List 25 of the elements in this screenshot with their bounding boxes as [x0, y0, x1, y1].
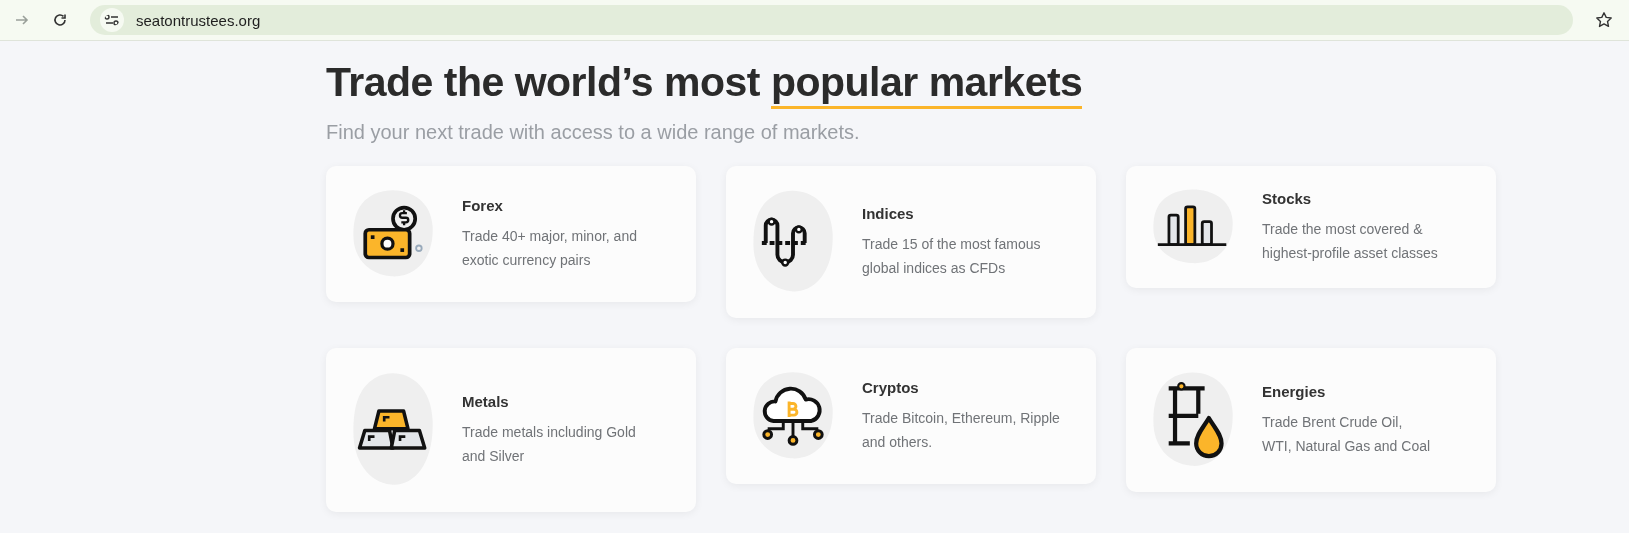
- subtitle: Find your next trade with access to a wide range of markets.: [326, 121, 861, 144]
- card-description: Trade 40+ major, minor, and exotic currency pairs: [462, 226, 638, 270]
- market-card[interactable]: Cryptos Trade Bitcoin, Ethereum, Ripple and others.: [726, 348, 1096, 484]
- card-description: Trade 15 of the most famous global indices as CFDs: [862, 234, 1042, 278]
- card-title: Metals: [462, 392, 510, 410]
- market-card[interactable]: Metals Trade metals including Gold and Silver: [326, 348, 696, 512]
- market-card[interactable]: Indices Trade 15 of the most famous global indices as CFDs: [726, 166, 1096, 318]
- reload-icon[interactable]: [52, 12, 68, 28]
- card-description: Trade Brent Crude Oil, WTI, Natural Gas and Coal: [1262, 412, 1432, 456]
- card-title: Cryptos: [862, 378, 920, 396]
- card-description: Trade metals including Gold and Silver: [462, 422, 637, 466]
- card-title: Indices: [862, 204, 915, 222]
- card-title: Forex: [462, 196, 504, 214]
- bookmark-star-icon[interactable]: [1595, 11, 1613, 29]
- market-card[interactable]: Forex Trade 40+ major, minor, and exotic currency pairs: [326, 166, 696, 302]
- site-settings-icon[interactable]: [100, 8, 124, 32]
- card-description: Trade Bitcoin, Ethereum, Ripple and others.: [862, 408, 1061, 452]
- market-card[interactable]: Energies Trade Brent Crude Oil, WTI, Natural Gas and Coal: [1126, 348, 1496, 492]
- card-title: Stocks: [1262, 189, 1313, 207]
- address-bar[interactable]: seatontrustees.org: [90, 5, 1573, 35]
- card-description: Trade the most covered & highest-profile asset classes: [1262, 219, 1439, 263]
- heading-highlight: popular markets: [770, 59, 1083, 109]
- market-card[interactable]: Stocks Trade the most covered & highest-profile asset classes: [1126, 166, 1496, 288]
- card-title: Energies: [1262, 382, 1327, 400]
- heading: Trade the world’s most: [326, 59, 760, 105]
